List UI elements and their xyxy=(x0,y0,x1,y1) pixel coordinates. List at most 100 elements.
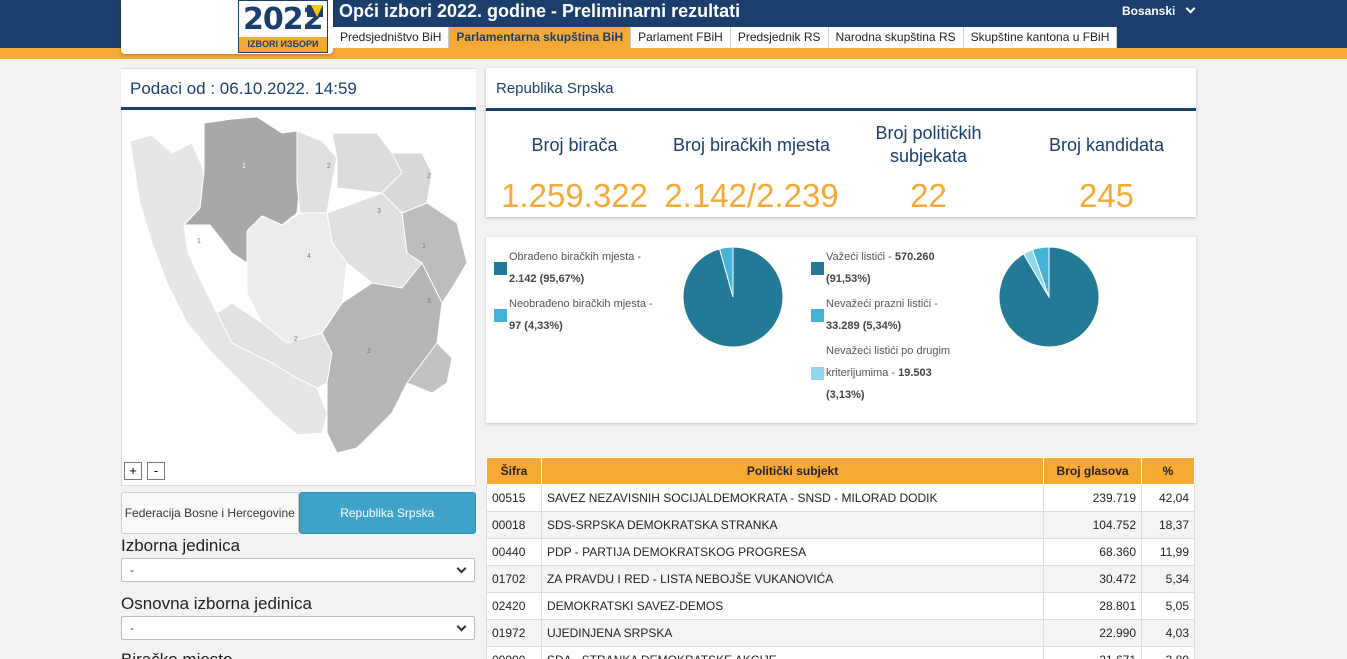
stat-broj-birackih-mjesta: Broj biračkih mjesta 2.142/2.239 xyxy=(663,122,840,214)
table-row[interactable]: 00515 SAVEZ NEZAVISNIH SOCIJALDEMOKRATA -… xyxy=(486,484,1195,512)
chevron-down-icon xyxy=(456,621,467,632)
legend-swatch-vazeci xyxy=(811,262,824,275)
table-row[interactable]: 00000SDA - STRANKA DEMOKRATSKE AKCIJE21.… xyxy=(486,646,1195,659)
tab-parlament-fbih[interactable]: Parlament FBiH xyxy=(631,27,731,48)
cell-procenat: 42,04 xyxy=(1141,484,1195,512)
tab-parlamentarna-skupstina-bih[interactable]: Parlamentarna skupština BiH xyxy=(449,27,632,48)
tab-narodna-skupstina-rs[interactable]: Narodna skupština RS xyxy=(828,27,964,48)
cell-glasovi: 21.671 xyxy=(1043,646,1142,659)
cell-glasovi: 22.990 xyxy=(1043,619,1142,647)
izborna-jedinica-label: Izborna jedinica xyxy=(121,536,241,555)
cell-procenat: 3,80 xyxy=(1141,646,1195,659)
legend-extra: (3,13%) xyxy=(826,389,865,401)
stat-value: 1.259.322 xyxy=(501,177,648,214)
cell-glasovi: 30.472 xyxy=(1043,565,1142,593)
page-title: Opći izbori 2022. godine - Preliminarni … xyxy=(339,1,741,21)
legend-value: 570.260 xyxy=(894,251,935,263)
col-broj-glasova[interactable]: Broj glasova xyxy=(1043,457,1142,485)
table-row[interactable]: 02420 DEMOKRATSKI SAVEZ-DEMOS 28.801 5,05 xyxy=(486,592,1195,620)
legend-label-2: kriterijumima - xyxy=(826,367,896,379)
map-label-unit-6: 1 xyxy=(197,238,201,245)
cell-sifra: 00018 xyxy=(486,511,542,539)
cell-subjekt: SAVEZ NEZAVISNIH SOCIJALDEMOKRATA - SNSD… xyxy=(540,484,1045,512)
legend-swatch-nevazeci-drugi xyxy=(811,367,824,380)
legend-label: Važeći listići - xyxy=(826,251,892,263)
col-sifra[interactable]: Šifra xyxy=(486,457,542,485)
results-table: Šifra Politički subjekt Broj glasova % 0… xyxy=(486,457,1195,659)
legend-nevazeci-prazni: Nevažeći prazni listići - 33.289 (5,34%) xyxy=(826,293,938,337)
tab-predsjednik-rs[interactable]: Predsjednik RS xyxy=(730,27,829,48)
stat-broj-politickih-subjekata: Broj političkih subjekata 22 xyxy=(840,122,1017,214)
legend-value: 33.289 (5,34%) xyxy=(826,320,902,332)
izborna-jedinica-value: - xyxy=(130,563,134,577)
legend-swatch-nevazeci-prazni xyxy=(811,309,824,322)
table-row[interactable]: 01972 UJEDINJENA SRPSKA 22.990 4,03 xyxy=(486,619,1195,647)
map-label-unit-8: 2 xyxy=(294,336,298,343)
table-row[interactable]: 00018 SDS-SRPSKA DEMOKRATSKA STRANKA 104.7… xyxy=(486,511,1195,539)
logo-subtitle: IZBORI ИЗБОРИ xyxy=(239,37,327,52)
legend-label: Nevažeći prazni listići - xyxy=(826,298,938,310)
election-tabs: Predsjedništvo BiH Parlamentarna skupšti… xyxy=(333,27,1118,48)
pie-chart-listici xyxy=(998,246,1100,348)
legend-label: Neobrađeno biračkih mjesta - xyxy=(509,298,653,310)
map-label-unit-10: 2 xyxy=(367,348,371,355)
cell-subjekt: SDA - STRANKA DEMOKRATSKE AKCIJE xyxy=(540,646,1045,659)
cell-glasovi: 239.719 xyxy=(1043,484,1142,512)
cell-procenat: 11,99 xyxy=(1141,538,1195,566)
map-label-unit-5: 4 xyxy=(307,253,311,260)
legend-extra: (91,53%) xyxy=(826,273,871,285)
cell-sifra: 02420 xyxy=(486,592,542,620)
osnovna-izborna-jedinica-select[interactable]: - xyxy=(121,616,475,640)
elections-logo[interactable]: 2022 IZBORI ИЗБОРИ xyxy=(238,0,328,53)
legend-nevazeci-drugi: Nevažeći listići po drugim kriterijumima… xyxy=(826,340,950,406)
tab-predsjednistvo-bih[interactable]: Predsjedništvo BiH xyxy=(333,27,450,48)
stat-broj-kandidata: Broj kandidata 245 xyxy=(1018,122,1195,214)
map-label-unit-7: 1 xyxy=(422,243,426,250)
zoom-out-button[interactable]: - xyxy=(147,462,165,480)
zoom-in-button[interactable]: + xyxy=(124,462,142,480)
legend-obradeno: Obrađeno biračkih mjesta - 2.142 (95,67%… xyxy=(509,246,641,290)
cell-glasovi: 104.752 xyxy=(1043,511,1142,539)
biracko-mjesto-label: Biračko mjesto xyxy=(121,650,232,659)
map-region-unit-3[interactable] xyxy=(296,130,338,214)
stat-value: 2.142/2.239 xyxy=(664,177,839,214)
cell-glasovi: 68.360 xyxy=(1043,538,1142,566)
legend-value: 97 (4,33%) xyxy=(509,320,563,332)
cell-sifra: 00000 xyxy=(486,646,542,659)
stats-card: Republika Srpska Broj birača 1.259.322 B… xyxy=(486,68,1196,217)
cell-subjekt: SDS-SRPSKA DEMOKRATSKA STRANKA xyxy=(540,511,1045,539)
legend-vazeci: Važeći listići - 570.260 (91,53%) xyxy=(826,246,935,290)
tab-skupstine-kantona[interactable]: Skupštine kantona u FBiH xyxy=(963,27,1118,48)
table-row[interactable]: 00440 PDP - PARTIJA DEMOKRATSKOG PROGRESA… xyxy=(486,538,1195,566)
stats-heading: Republika Srpska xyxy=(486,68,1196,111)
legend-label: Obrađeno biračkih mjesta - xyxy=(509,251,642,263)
republika-srpska-button[interactable]: Republika Srpska xyxy=(298,492,476,534)
stat-title: Broj biračkih mjesta xyxy=(672,134,831,155)
col-procenat[interactable]: % xyxy=(1141,457,1195,485)
stat-title: Broj političkih subjekata xyxy=(875,123,982,166)
flag-icon xyxy=(307,5,323,17)
col-politicki-subjekt[interactable]: Politički subjekt xyxy=(540,457,1045,485)
cell-sifra: 00440 xyxy=(486,538,542,566)
chevron-down-icon xyxy=(1185,3,1196,14)
table-row[interactable]: 01702 ZA PRAVDU I RED - LISTA NEBOJŠE VUK… xyxy=(486,565,1195,593)
cell-procenat: 5,34 xyxy=(1141,565,1195,593)
language-selector[interactable]: Bosanski xyxy=(1122,3,1196,18)
osnovna-izborna-jedinica-value: - xyxy=(130,621,134,635)
bih-map-svg: 1 2 2 3 4 1 1 2 3 2 xyxy=(129,116,468,454)
pie-chart-birackih-mjesta xyxy=(682,246,784,348)
cell-subjekt: PDP - PARTIJA DEMOKRATSKOG PROGRESA xyxy=(540,538,1045,566)
bih-map[interactable]: 1 2 2 3 4 1 1 2 3 2 + - xyxy=(122,113,475,485)
data-timestamp: Podaci od : 06.10.2022. 14:59 xyxy=(121,69,476,110)
legend-neobradeno: Neobrađeno biračkih mjesta - 97 (4,33%) xyxy=(509,293,653,337)
map-label-unit-1: 1 xyxy=(242,163,246,170)
federacija-button[interactable]: Federacija Bosne i Hercegovine xyxy=(121,492,299,534)
cell-glasovi: 28.801 xyxy=(1043,592,1142,620)
stat-title: Broj kandidata xyxy=(1048,134,1165,155)
stat-broj-biraca: Broj birača 1.259.322 xyxy=(486,122,663,214)
stat-title: Broj birača xyxy=(531,134,618,155)
legend-value: 2.142 (95,67%) xyxy=(509,273,585,285)
izborna-jedinica-select[interactable]: - xyxy=(121,558,475,582)
map-label-unit-4: 3 xyxy=(377,208,381,215)
map-label-unit-3: 2 xyxy=(427,173,431,180)
